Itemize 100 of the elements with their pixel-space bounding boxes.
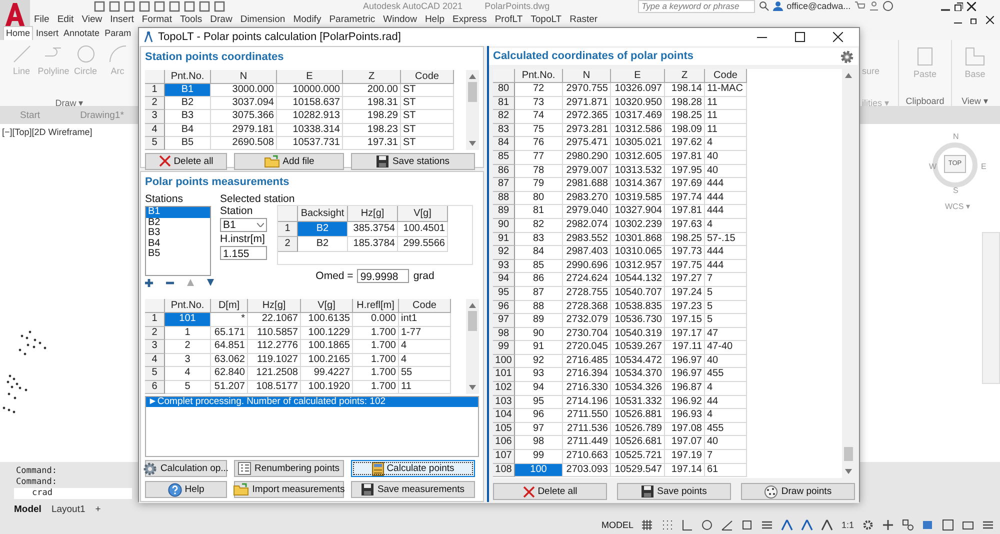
row-number[interactable]: 98 — [493, 328, 515, 342]
column-header[interactable]: D[m] — [211, 299, 248, 313]
height-field[interactable]: 1.155 — [220, 246, 267, 260]
button[interactable]: Add file — [234, 152, 344, 170]
layout-tab[interactable]: Model — [14, 504, 42, 514]
row-number[interactable]: 87 — [493, 178, 515, 192]
model-space-toggle[interactable]: MODEL — [601, 520, 634, 530]
button[interactable]: Import measurements — [234, 481, 344, 498]
menu-item[interactable]: Express — [452, 14, 487, 25]
annotation-scale[interactable]: 1:1 — [841, 520, 854, 530]
row-number[interactable]: 5 — [145, 136, 165, 150]
column-header[interactable]: Hz[g] — [348, 206, 398, 222]
button[interactable]: Calculation op... — [145, 460, 227, 477]
button[interactable]: Save points — [617, 483, 731, 500]
column-header[interactable]: E — [277, 70, 343, 84]
list-item[interactable]: B2 — [146, 218, 210, 228]
row-number[interactable]: 81 — [493, 96, 515, 110]
menu-item[interactable]: Draw — [210, 14, 232, 25]
panel-title[interactable]: Clipboard — [906, 96, 944, 106]
button[interactable]: Save measurements — [351, 481, 475, 498]
row-number[interactable]: 104 — [493, 409, 515, 423]
menu-item[interactable]: Raster — [570, 14, 598, 25]
menu-item[interactable]: Format — [142, 14, 172, 25]
row-number[interactable]: 85 — [493, 150, 515, 165]
menu-item[interactable]: Parametric — [329, 14, 376, 25]
station-dropdown[interactable]: B1 — [220, 218, 267, 232]
row-number[interactable]: 103 — [493, 396, 515, 410]
button[interactable]: Help — [145, 481, 227, 498]
ribbon-tab[interactable]: Insert — [34, 27, 61, 40]
panel-title[interactable]: Draw ▾ — [55, 98, 84, 108]
column-header[interactable]: N — [211, 70, 277, 84]
row-number[interactable]: 96 — [493, 300, 515, 314]
column-header[interactable]: Backsight — [298, 206, 348, 222]
row-number[interactable]: 6 — [145, 380, 165, 394]
row-number[interactable]: 80 — [493, 83, 515, 97]
row-number[interactable]: 3 — [145, 110, 165, 124]
menu-item[interactable]: Edit — [57, 14, 74, 25]
row-number[interactable]: 1 — [145, 84, 165, 98]
search-field[interactable]: Type a keyword or phrase — [638, 0, 755, 12]
ribbon-tab[interactable]: Annotate — [62, 27, 102, 40]
row-number[interactable]: 84 — [493, 137, 515, 151]
menu-item[interactable]: Help — [424, 14, 444, 25]
row-number[interactable]: 91 — [493, 232, 515, 246]
column-header[interactable]: Code — [399, 299, 451, 313]
row-number[interactable]: 93 — [493, 260, 515, 274]
column-header[interactable]: Pnt.No. — [165, 70, 211, 84]
row-number[interactable]: 82 — [493, 110, 515, 124]
row-number[interactable]: 2 — [145, 97, 165, 110]
row-number[interactable]: 88 — [493, 192, 515, 206]
viewport-label[interactable]: [−][Top][2D Wireframe] — [2, 127, 92, 137]
list-item[interactable]: B4 — [146, 238, 210, 249]
column-header[interactable]: V[g] — [398, 206, 448, 222]
column-header[interactable]: Code — [401, 70, 454, 84]
row-number[interactable]: 3 — [145, 340, 165, 354]
row-number[interactable]: 95 — [493, 286, 515, 300]
menu-item[interactable]: Modify — [293, 14, 322, 25]
column-header[interactable]: Z — [665, 69, 705, 83]
log-message[interactable]: ►Complet processing. Number of calculated points: 102 — [146, 397, 478, 407]
ribbon-tab[interactable]: Home — [3, 26, 34, 40]
row-number[interactable]: 4 — [145, 354, 165, 367]
add-layout-tab[interactable]: + — [95, 504, 101, 514]
row-number[interactable]: 83 — [493, 124, 515, 138]
command-input[interactable]: crad — [14, 488, 132, 498]
column-header[interactable]: Pnt.No. — [165, 299, 211, 313]
row-number[interactable]: 86 — [493, 164, 515, 178]
row-number[interactable]: 94 — [493, 273, 515, 287]
column-header[interactable]: H.refl[m] — [353, 299, 399, 313]
panel-title[interactable]: View ▾ — [962, 96, 988, 106]
button[interactable]: Calculate points — [351, 460, 475, 477]
button[interactable]: Delete all — [145, 152, 227, 170]
column-header[interactable]: V[g] — [301, 299, 353, 313]
row-number[interactable]: 4 — [145, 124, 165, 137]
row-number[interactable]: 90 — [493, 218, 515, 233]
button[interactable]: Renumbering points — [234, 460, 344, 477]
row-number[interactable]: 92 — [493, 246, 515, 260]
menu-item[interactable]: ProfLT — [494, 14, 523, 25]
row-number[interactable]: 97 — [493, 314, 515, 328]
row-number[interactable]: 99 — [493, 341, 515, 355]
menu-item[interactable]: Dimension — [240, 14, 286, 25]
list-item[interactable]: B3 — [146, 228, 210, 238]
row-number[interactable]: 1 — [145, 313, 165, 326]
list-item[interactable]: B5 — [146, 249, 210, 260]
menu-item[interactable]: TopoLT — [530, 14, 562, 25]
column-header[interactable]: N — [563, 69, 611, 83]
stations-list[interactable]: B1 B2 B3 B4 B5 — [145, 206, 211, 276]
layout-tab[interactable]: Layout1 — [51, 504, 86, 514]
list-item[interactable]: B1 — [146, 207, 210, 218]
row-number[interactable]: 106 — [493, 436, 515, 450]
column-header[interactable]: Pnt.No. — [515, 69, 563, 83]
omed-field[interactable]: 99.9998 — [357, 269, 410, 283]
row-number[interactable]: 101 — [493, 368, 515, 382]
row-number[interactable]: 2 — [145, 326, 165, 340]
menu-item[interactable]: Insert — [110, 14, 134, 25]
button[interactable]: Save stations — [351, 152, 475, 170]
menu-item[interactable]: View — [82, 14, 102, 25]
row-number[interactable]: 1 — [278, 222, 298, 237]
menu-item[interactable]: Tools — [180, 14, 202, 25]
user-name[interactable]: office@cadwa... — [786, 1, 851, 11]
column-header[interactable]: Z — [343, 70, 401, 84]
row-number[interactable]: 105 — [493, 422, 515, 436]
